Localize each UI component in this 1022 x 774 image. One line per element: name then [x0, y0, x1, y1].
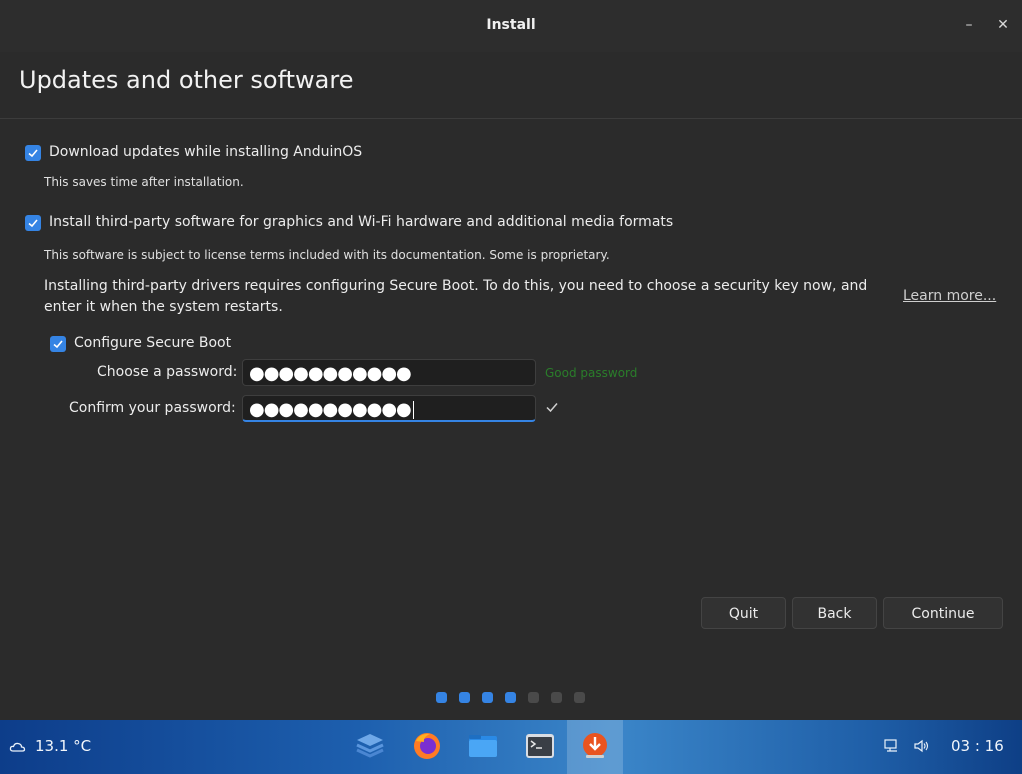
terminal-icon[interactable] [523, 729, 557, 763]
page-header: Updates and other software [0, 52, 1022, 119]
third-party-checkbox[interactable] [25, 215, 41, 231]
continue-button[interactable]: Continue [883, 597, 1003, 629]
progress-dot [574, 692, 585, 703]
password-strength: Good password [545, 366, 638, 380]
minimize-button[interactable]: – [958, 14, 980, 36]
taskbar: 13.1 °C 03 : 16 [0, 720, 1022, 774]
password-value: ●●●●●●●●●●● [249, 363, 412, 384]
progress-dot [459, 692, 470, 703]
stack-icon[interactable] [353, 729, 387, 763]
back-button[interactable]: Back [792, 597, 877, 629]
main-content: Download updates while installing Anduin… [0, 119, 1022, 720]
password-label: Choose a password: [97, 364, 238, 380]
download-updates-label[interactable]: Download updates while installing Anduin… [49, 144, 362, 160]
checkmark-icon [28, 149, 38, 158]
confirm-password-label: Confirm your password: [69, 400, 236, 416]
weather-icon[interactable] [9, 738, 27, 756]
progress-dot [436, 692, 447, 703]
title-bar[interactable]: Install – ✕ [0, 0, 1022, 52]
files-icon[interactable] [466, 729, 500, 763]
download-updates-checkbox[interactable] [25, 145, 41, 161]
volume-icon[interactable] [913, 738, 931, 754]
password-input[interactable]: ●●●●●●●●●●● [242, 359, 536, 386]
installer-window: Install – ✕ Updates and other software D… [0, 0, 1022, 720]
checkmark-icon [53, 340, 63, 349]
third-party-label[interactable]: Install third-party software for graphic… [49, 214, 673, 230]
text-caret [412, 401, 414, 419]
password-match-check-icon [546, 403, 558, 413]
weather-temperature[interactable]: 13.1 °C [35, 737, 91, 755]
confirm-password-input[interactable]: ●●●●●●●●●●● [242, 395, 536, 422]
page-title: Updates and other software [19, 66, 354, 94]
progress-dot [505, 692, 516, 703]
secure-boot-info: Installing third-party drivers requires … [44, 278, 868, 315]
close-button[interactable]: ✕ [992, 14, 1014, 36]
network-icon[interactable] [883, 738, 901, 754]
third-party-description: This software is subject to license term… [44, 248, 610, 262]
progress-dot [482, 692, 493, 703]
checkmark-icon [28, 219, 38, 228]
quit-button[interactable]: Quit [701, 597, 786, 629]
learn-more-link[interactable]: Learn more... [903, 288, 996, 304]
progress-dot [551, 692, 562, 703]
clock[interactable]: 03 : 16 [951, 737, 1004, 755]
download-updates-description: This saves time after installation. [44, 175, 244, 189]
configure-secure-boot-checkbox[interactable] [50, 336, 66, 352]
progress-dot [528, 692, 539, 703]
firefox-icon[interactable] [410, 729, 444, 763]
confirm-password-value: ●●●●●●●●●●● [249, 399, 412, 420]
window-title: Install [486, 17, 536, 33]
configure-secure-boot-label[interactable]: Configure Secure Boot [74, 335, 231, 351]
installer-icon[interactable] [578, 729, 612, 763]
